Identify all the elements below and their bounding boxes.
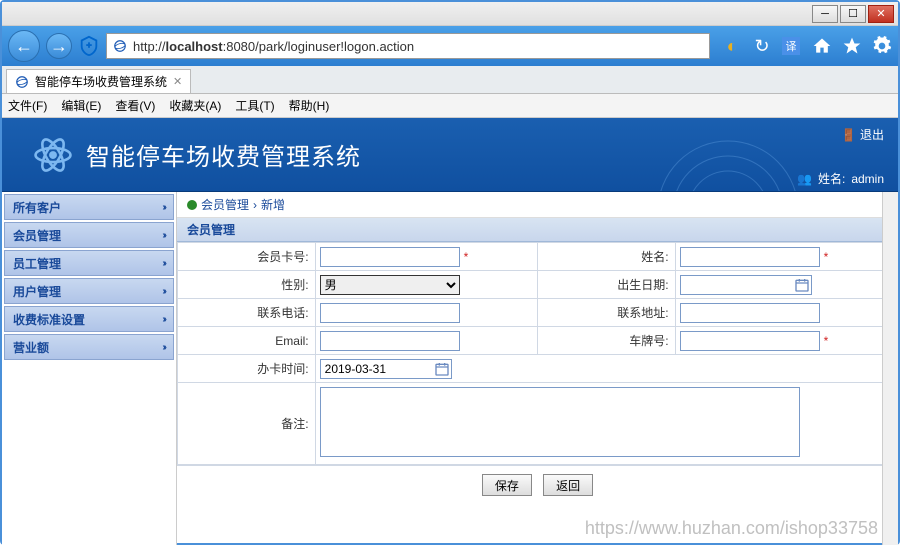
browser-navbar: ← → http://localhost:8080/park/loginuser… <box>2 26 898 66</box>
sidebar-item-users[interactable]: 用户管理›› <box>4 278 174 304</box>
card-no-label: 会员卡号: <box>178 243 316 271</box>
menu-tools[interactable]: 工具(T) <box>235 97 274 114</box>
user-icon: 👥 <box>797 172 812 186</box>
name-input[interactable] <box>680 247 820 267</box>
apply-date-input[interactable] <box>320 359 452 379</box>
chevron-right-icon: ›› <box>162 202 165 213</box>
sidebar-item-members[interactable]: 会员管理›› <box>4 222 174 248</box>
required-icon: * <box>460 250 469 264</box>
section-header: 会员管理 <box>177 218 898 242</box>
member-form: 会员卡号: * 姓名: * 性别: 男 出生日期: 联系电话: 联系地址: Em… <box>177 242 898 465</box>
window-close-button[interactable]: ✕ <box>868 5 894 23</box>
breadcrumb: 会员管理 › 新增 <box>177 192 898 218</box>
menu-view[interactable]: 查看(V) <box>115 97 155 114</box>
email-label: Email: <box>178 327 316 355</box>
required-icon: * <box>820 334 829 348</box>
translate-icon[interactable]: 译 <box>782 37 800 55</box>
plate-label: 车牌号: <box>537 327 675 355</box>
user-info: 👥 姓名: admin <box>797 170 884 187</box>
watermark: https://www.huzhan.com/ishop33758 <box>585 518 878 539</box>
button-row: 保存 返回 <box>177 465 898 504</box>
content: 会员管理 › 新增 会员管理 会员卡号: * 姓名: * 性别: 男 出生日期:… <box>177 192 898 545</box>
name-label: 姓名: <box>537 243 675 271</box>
dot-icon <box>187 200 197 210</box>
atom-icon <box>32 134 74 176</box>
logout-link[interactable]: 🚪 退出 <box>841 126 884 143</box>
addr-input[interactable] <box>680 303 820 323</box>
crumb-member[interactable]: 会员管理 <box>201 196 249 213</box>
url-right-icons: ◐ ↻ 译 <box>716 36 806 56</box>
email-input[interactable] <box>320 331 460 351</box>
app-header: 智能停车场收费管理系统 🚪 退出 👥 姓名: admin <box>2 118 898 192</box>
ie-icon <box>113 39 127 53</box>
chevron-right-icon: ›› <box>162 286 165 297</box>
phone-input[interactable] <box>320 303 460 323</box>
sidebar-item-staff[interactable]: 员工管理›› <box>4 250 174 276</box>
chevron-right-icon: ›› <box>162 230 165 241</box>
menu-fav[interactable]: 收藏夹(A) <box>169 97 221 114</box>
back-button[interactable]: ← <box>8 30 40 62</box>
remark-label: 备注: <box>178 383 316 465</box>
window-maximize-button[interactable]: ☐ <box>840 5 866 23</box>
birth-label: 出生日期: <box>537 271 675 299</box>
card-no-input[interactable] <box>320 247 460 267</box>
shield-icon[interactable] <box>78 35 100 57</box>
required-icon: * <box>820 250 829 264</box>
sidebar: 所有客户›› 会员管理›› 员工管理›› 用户管理›› 收费标准设置›› 营业额… <box>2 192 177 545</box>
logout-icon: 🚪 <box>841 128 856 142</box>
star-icon[interactable] <box>842 36 862 56</box>
chevron-right-icon: ›› <box>162 314 165 325</box>
gender-label: 性别: <box>178 271 316 299</box>
url-bar[interactable]: http://localhost:8080/park/loginuser!log… <box>106 33 710 59</box>
url-text: http://localhost:8080/park/loginuser!log… <box>133 39 414 54</box>
gear-icon[interactable] <box>872 36 892 56</box>
browser-menubar: 文件(F) 编辑(E) 查看(V) 收藏夹(A) 工具(T) 帮助(H) <box>2 94 898 118</box>
chevron-right-icon: ›› <box>162 258 165 269</box>
gender-select[interactable]: 男 <box>320 275 460 295</box>
browser-tabbar: 智能停车场收费管理系统 ✕ <box>2 66 898 94</box>
sidebar-item-all-customers[interactable]: 所有客户›› <box>4 194 174 220</box>
menu-help[interactable]: 帮助(H) <box>289 97 330 114</box>
username: admin <box>851 172 884 186</box>
home-icon[interactable] <box>812 36 832 56</box>
compat-icon[interactable]: ◐ <box>722 36 742 56</box>
back-button-form[interactable]: 返回 <box>543 474 593 496</box>
crumb-add: 新增 <box>261 196 285 213</box>
ie-icon <box>15 75 29 89</box>
save-button[interactable]: 保存 <box>482 474 532 496</box>
addr-label: 联系地址: <box>537 299 675 327</box>
menu-file[interactable]: 文件(F) <box>8 97 47 114</box>
sidebar-item-fee-settings[interactable]: 收费标准设置›› <box>4 306 174 332</box>
window-minimize-button[interactable]: ─ <box>812 5 838 23</box>
menu-edit[interactable]: 编辑(E) <box>61 97 101 114</box>
birth-input[interactable] <box>680 275 812 295</box>
tab-close-icon[interactable]: ✕ <box>173 75 182 88</box>
main: 所有客户›› 会员管理›› 员工管理›› 用户管理›› 收费标准设置›› 营业额… <box>2 192 898 545</box>
remark-textarea[interactable] <box>320 387 800 457</box>
phone-label: 联系电话: <box>178 299 316 327</box>
apply-date-label: 办卡时间: <box>178 355 316 383</box>
plate-input[interactable] <box>680 331 820 351</box>
tab-title: 智能停车场收费管理系统 <box>35 73 167 90</box>
app-title: 智能停车场收费管理系统 <box>86 137 361 172</box>
chevron-right-icon: ›› <box>162 342 165 353</box>
sidebar-item-revenue[interactable]: 营业额›› <box>4 334 174 360</box>
forward-button[interactable]: → <box>46 33 72 59</box>
window-titlebar: ─ ☐ ✕ <box>2 2 898 26</box>
scrollbar[interactable] <box>882 192 898 545</box>
refresh-icon[interactable]: ↻ <box>752 36 772 56</box>
browser-tab[interactable]: 智能停车场收费管理系统 ✕ <box>6 69 191 93</box>
